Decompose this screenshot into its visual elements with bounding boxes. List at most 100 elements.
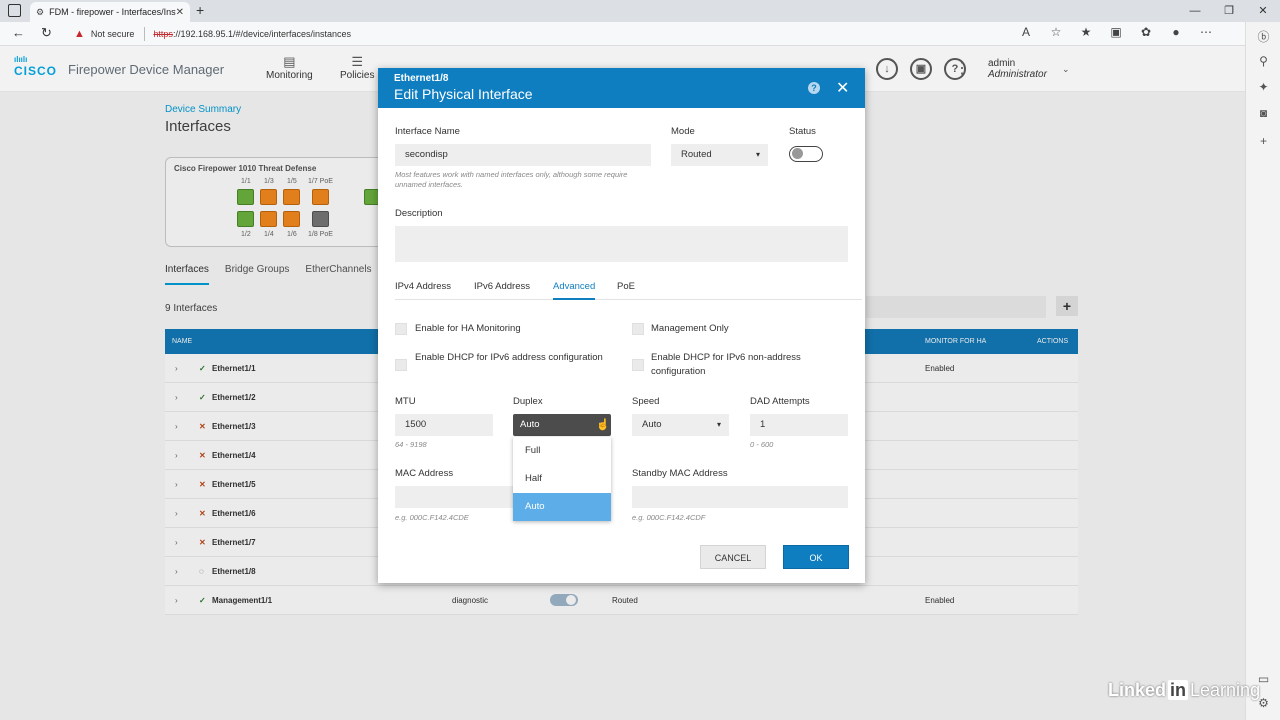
duplex-label: Duplex	[513, 396, 543, 407]
nav-monitoring[interactable]: ▤ Monitoring	[266, 54, 313, 81]
mode-value: Routed	[681, 149, 712, 160]
description-textarea[interactable]	[395, 226, 848, 262]
dialog-subtitle: Ethernet1/8	[394, 73, 449, 84]
bing-icon[interactable]: ⓑ	[1246, 28, 1280, 45]
api-icon[interactable]: ▣	[910, 58, 932, 80]
tab-ipv4[interactable]: IPv4 Address	[395, 281, 451, 292]
mtu-input[interactable]: 1500	[395, 414, 493, 436]
tab-advanced[interactable]: Advanced	[553, 281, 596, 300]
user-menu[interactable]: admin Administrator	[988, 58, 1047, 80]
watermark-linked: Linked	[1108, 680, 1167, 700]
duplex-value: Auto	[520, 419, 540, 430]
extensions-icon[interactable]: ✿	[1137, 25, 1155, 39]
nav-monitoring-label: Monitoring	[266, 70, 313, 81]
dad-attempts-label: DAD Attempts	[750, 396, 810, 407]
monitor-icon: ▤	[283, 54, 296, 69]
chevron-down-icon[interactable]: ⌄	[1062, 64, 1070, 75]
edge-sidebar: ⓑ ⚲ ✦ ◙ + ▭ ⚙	[1245, 22, 1280, 720]
interface-name-hint: Most features work with named interfaces…	[395, 170, 628, 189]
profile-icon[interactable]: ●	[1167, 25, 1185, 39]
speed-value: Auto	[642, 419, 662, 430]
mac-address-input[interactable]	[395, 486, 513, 508]
chevron-down-icon: ▾	[755, 150, 760, 159]
outlook-icon[interactable]: ◙	[1246, 106, 1280, 120]
standby-mac-input[interactable]	[632, 486, 848, 508]
duplex-option-half[interactable]: Half	[513, 465, 611, 493]
dialog-header: Ethernet1/8 Edit Physical Interface ? ✕	[378, 68, 865, 108]
read-aloud-icon[interactable]: A	[1017, 25, 1035, 39]
management-only-checkbox[interactable]	[632, 323, 644, 335]
deploy-icon[interactable]: ↓	[876, 58, 898, 80]
url-separator	[144, 27, 146, 41]
close-icon[interactable]: ✕	[836, 78, 849, 98]
cisco-logo: ılıılı CISCO	[14, 55, 58, 79]
tab-poe[interactable]: PoE	[617, 281, 635, 292]
sidebar-search-icon[interactable]: ⚲	[1246, 54, 1280, 68]
address-bar-icons: A ☆ ★ ▣ ✿ ● ⋯	[1017, 25, 1215, 39]
ok-button[interactable]: OK	[783, 545, 849, 569]
interface-name-input[interactable]: secondisp	[395, 144, 651, 166]
address-bar: ← ↻ ▲ Not secure https ://192.168.95.1/#…	[0, 22, 1245, 46]
dhcp-ipv6-address-checkbox[interactable]	[395, 359, 407, 371]
collections-icon[interactable]: ▣	[1107, 25, 1125, 39]
refresh-icon[interactable]: ↻	[41, 25, 52, 41]
duplex-dropdown-list: Full Half Auto	[513, 437, 611, 521]
help-icon[interactable]: ?	[808, 82, 820, 94]
more-icon[interactable]: ⋯	[1197, 25, 1215, 39]
mtu-label: MTU	[395, 396, 416, 407]
dad-attempts-input[interactable]: 1	[750, 414, 848, 436]
standby-mac-label: Standby MAC Address	[632, 468, 728, 479]
header-icons: ↓ ▣ ?	[876, 58, 966, 80]
cancel-button[interactable]: CANCEL	[700, 545, 766, 569]
nav-policies[interactable]: ☰ Policies	[340, 54, 374, 81]
sidebar-add-icon[interactable]: +	[1246, 134, 1280, 148]
duplex-option-auto[interactable]: Auto	[513, 493, 611, 521]
linkedin-learning-watermark: Linked in Learning	[1108, 680, 1260, 701]
standby-mac-hint: e.g. 000C.F142.4CDF	[632, 513, 706, 522]
warning-icon: ▲	[74, 28, 85, 40]
speed-select[interactable]: Auto ▾	[632, 414, 729, 436]
description-label: Description	[395, 208, 443, 219]
back-icon[interactable]: ←	[12, 25, 25, 40]
dhcp-ipv6-nonaddress-label: Enable DHCP for IPv6 non-address configu…	[651, 352, 801, 377]
close-tab-icon[interactable]: ✕	[176, 7, 184, 18]
more-options-icon[interactable]: ⋮	[954, 58, 970, 78]
sidebar-tools-icon[interactable]: ✦	[1246, 80, 1280, 94]
cisco-brand: CISCO	[14, 64, 58, 78]
tab-title: FDM - firepower - Interfaces/Inst	[49, 7, 176, 17]
favorite-star-icon[interactable]: ☆	[1047, 25, 1065, 39]
tab-actions-icon[interactable]	[8, 4, 21, 17]
ha-monitoring-checkbox[interactable]	[395, 323, 407, 335]
url-field[interactable]: ▲ Not secure https ://192.168.95.1/#/dev…	[74, 25, 351, 43]
maximize-icon[interactable]: ❐	[1212, 0, 1246, 22]
not-secure-label: Not secure	[90, 29, 135, 39]
browser-tabbar: ⚙ FDM - firepower - Interfaces/Inst ✕ + …	[0, 0, 1280, 22]
chevron-down-icon: ▾	[716, 420, 721, 429]
favorites-icon[interactable]: ★	[1077, 25, 1095, 39]
duplex-option-full[interactable]: Full	[513, 437, 611, 465]
fdm-favicon-icon: ⚙	[36, 6, 45, 17]
window-controls: — ❐ ✕	[1178, 0, 1280, 22]
app-title: Firepower Device Manager	[68, 62, 225, 77]
mac-address-label: MAC Address	[395, 468, 454, 479]
tab-ipv6[interactable]: IPv6 Address	[474, 281, 530, 292]
mode-select[interactable]: Routed ▾	[671, 144, 768, 166]
user-name: admin	[988, 58, 1016, 69]
status-label: Status	[789, 126, 816, 137]
mode-label: Mode	[671, 126, 695, 137]
url-scheme: https	[153, 29, 173, 39]
nav-policies-label: Policies	[340, 70, 375, 81]
dhcp-ipv6-nonaddress-checkbox[interactable]	[632, 359, 644, 371]
interface-name-label: Interface Name	[395, 126, 460, 137]
mtu-hint: 64 - 9198	[395, 440, 427, 449]
dialog-title: Edit Physical Interface	[394, 86, 533, 102]
dhcp-ipv6-address-label: Enable DHCP for IPv6 address configurati…	[415, 352, 603, 363]
new-tab-icon[interactable]: +	[196, 2, 204, 18]
minimize-icon[interactable]: —	[1178, 0, 1212, 22]
cisco-bars-icon: ılıılı	[14, 55, 28, 64]
status-toggle[interactable]	[789, 146, 823, 162]
dialog-tabs: IPv4 Address IPv6 Address Advanced PoE	[395, 278, 862, 300]
edit-interface-dialog: Ethernet1/8 Edit Physical Interface ? ✕ …	[378, 68, 865, 583]
close-window-icon[interactable]: ✕	[1246, 0, 1280, 22]
browser-tab[interactable]: ⚙ FDM - firepower - Interfaces/Inst ✕	[30, 2, 190, 22]
